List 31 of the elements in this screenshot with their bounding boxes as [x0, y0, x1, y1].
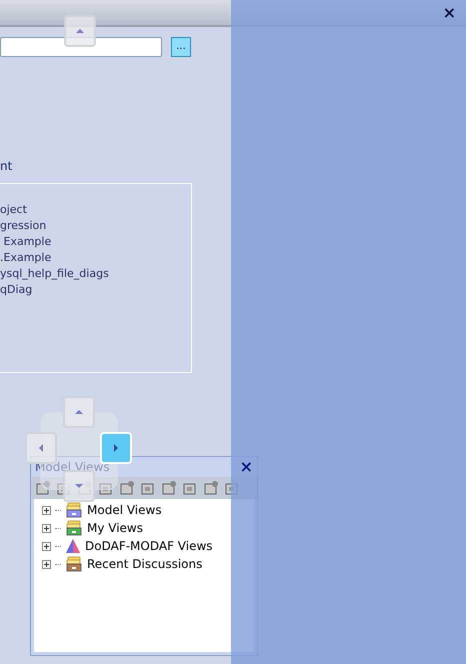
tree-item[interactable]: DoDAF-MODAF Views	[85, 537, 213, 555]
folder-icon	[65, 502, 83, 518]
close-button[interactable]: ×	[240, 455, 253, 479]
recent-item[interactable]: Example	[0, 234, 191, 250]
toolbar-icon[interactable]	[161, 480, 177, 496]
recent-item[interactable]: gression	[0, 218, 191, 234]
folder-icon	[65, 556, 83, 572]
tree-item[interactable]: Recent Discussions	[87, 555, 202, 573]
expand-toggle[interactable]	[42, 560, 51, 568]
toolbar-icon[interactable]	[203, 480, 219, 496]
folder-icon	[65, 520, 83, 536]
tree-item[interactable]: Model Views	[87, 501, 162, 519]
recent-item[interactable]: oject	[0, 202, 191, 218]
close-button[interactable]: ×	[442, 0, 456, 24]
expand-toggle[interactable]	[42, 542, 51, 550]
up-arrow-icon	[76, 29, 84, 33]
toolbar-icon[interactable]	[35, 480, 51, 496]
path-field[interactable]	[0, 37, 162, 57]
browse-button[interactable]: ...	[171, 37, 191, 57]
expand-toggle[interactable]	[42, 524, 51, 532]
expand-toggle[interactable]	[42, 506, 51, 514]
up-arrow-icon	[75, 410, 83, 414]
pyramid-icon	[65, 538, 81, 554]
right-arrow-icon	[114, 444, 118, 452]
toolbar-icon[interactable]	[119, 480, 135, 496]
tree-item[interactable]: My Views	[87, 519, 143, 537]
section-heading: nt	[0, 158, 14, 175]
recent-item[interactable]: ysql_help_file_diags	[0, 266, 191, 282]
recent-item[interactable]: qDiag	[0, 282, 191, 298]
left-arrow-icon	[39, 444, 43, 452]
recent-item[interactable]: .Example	[0, 250, 191, 266]
